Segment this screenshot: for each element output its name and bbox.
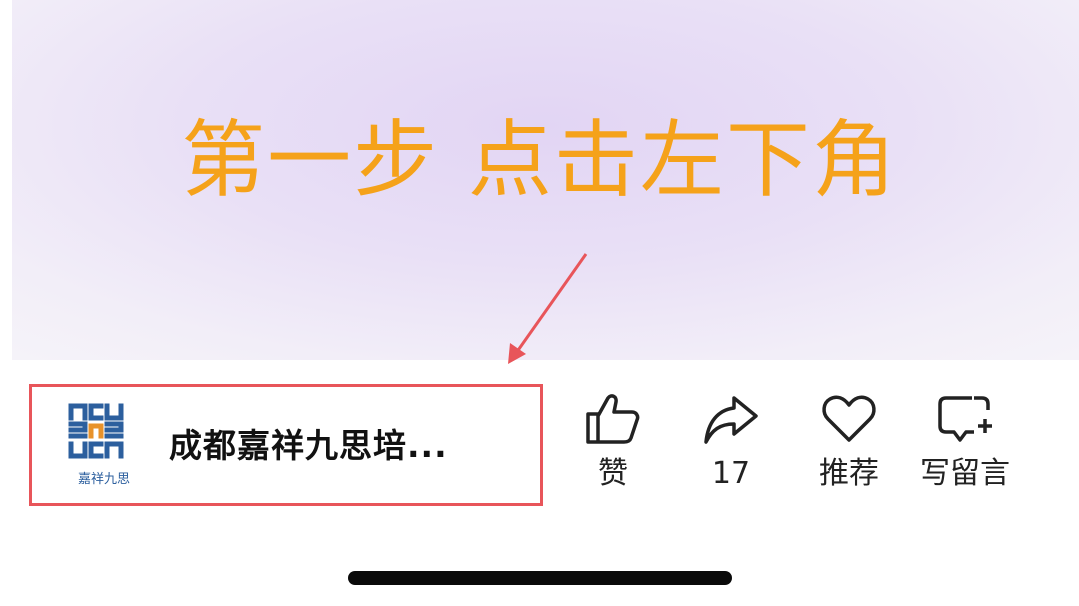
action-bar: 赞 17 推荐 写留言 <box>560 392 1079 502</box>
like-button[interactable]: 赞 <box>558 392 668 498</box>
heart-icon <box>822 395 876 442</box>
share-arrow-icon <box>704 396 758 444</box>
share-button[interactable]: 17 <box>676 392 786 498</box>
share-count: 17 <box>711 456 751 491</box>
recommend-label: 推荐 <box>819 456 879 491</box>
comment-button[interactable]: 写留言 <box>910 392 1020 498</box>
comment-plus-icon <box>938 396 992 442</box>
thumbs-up-icon <box>586 394 640 444</box>
like-label: 赞 <box>598 456 628 491</box>
recommend-button[interactable]: 推荐 <box>794 392 904 498</box>
logo-text: 嘉祥九思 <box>77 472 130 487</box>
account-logo[interactable]: 嘉祥九思 <box>65 398 143 488</box>
home-indicator[interactable] <box>348 571 732 585</box>
comment-label: 写留言 <box>920 456 1010 491</box>
account-name[interactable]: 成都嘉祥九思培... <box>169 419 448 467</box>
account-entry[interactable]: 嘉祥九思 成都嘉祥九思培... <box>65 398 535 488</box>
step-headline: 第一步 点击左下角 <box>181 111 898 209</box>
logo-mark-icon <box>68 403 124 459</box>
